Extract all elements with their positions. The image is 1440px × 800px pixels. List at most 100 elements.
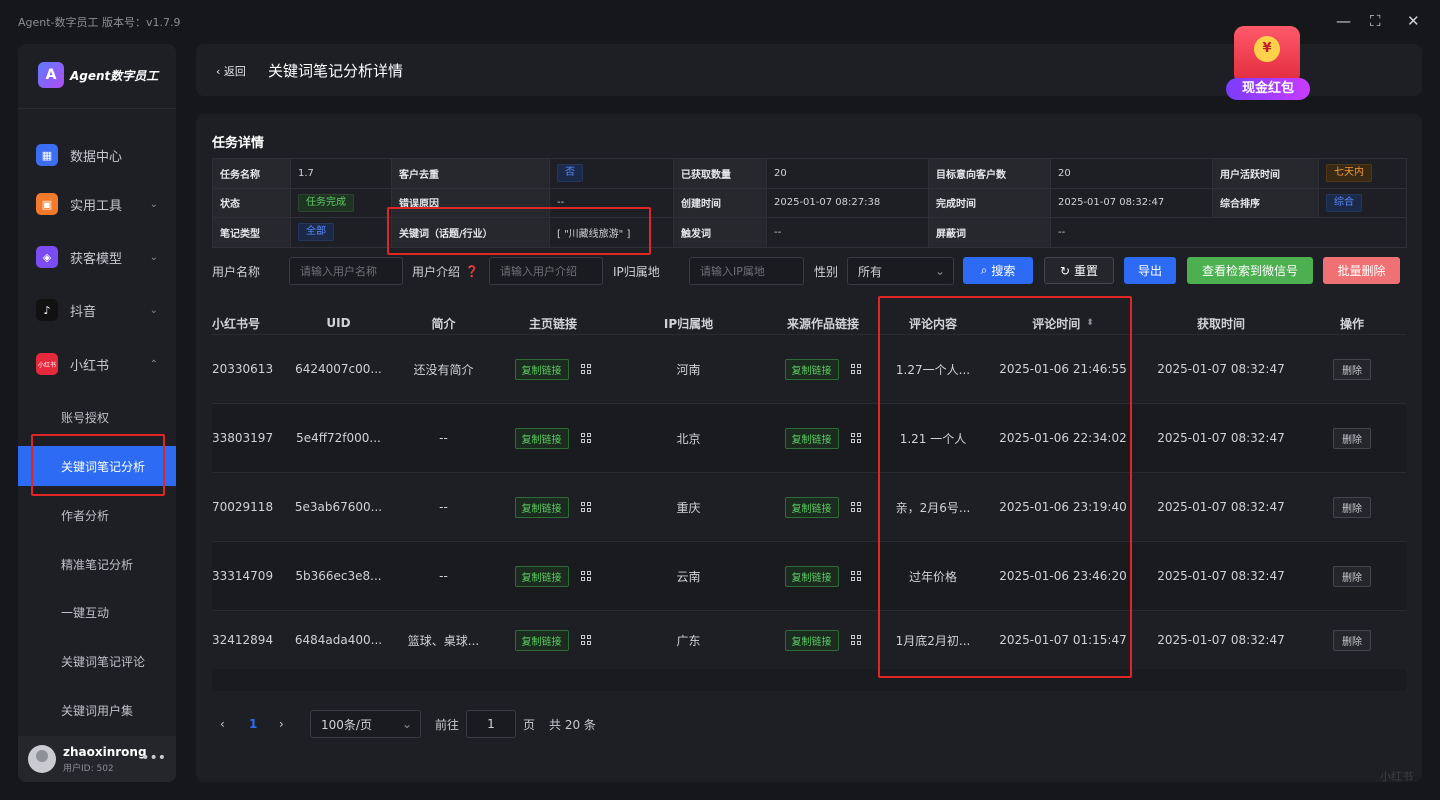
detail-value: 1.7 — [290, 158, 392, 189]
detail-label: 任务名称 — [212, 158, 291, 189]
more-icon[interactable]: ••• — [141, 750, 166, 766]
qr-code-icon[interactable] — [580, 363, 592, 375]
minimize-icon[interactable]: — — [1336, 12, 1351, 30]
nav-label: 实用工具 — [70, 198, 123, 214]
table-cell: 5b366ec3e8... — [295, 569, 382, 583]
nav-item-xiaohongshu[interactable]: 小红书 小红书 ⌃ — [18, 346, 176, 382]
table-cell: 2025-01-07 08:32:47 — [1157, 362, 1285, 376]
table-cell: 5e4ff72f000... — [296, 431, 381, 445]
next-page-icon[interactable]: › — [279, 710, 284, 738]
nav-item-data-center[interactable]: ▦ 数据中心 — [18, 137, 176, 173]
gender-label: 性别 — [814, 264, 839, 279]
douyin-icon: ♪ — [36, 299, 58, 321]
qr-code-icon[interactable] — [850, 363, 862, 375]
copy-link-button[interactable]: 复制链接 — [784, 496, 839, 518]
copy-link-button[interactable]: 复制链接 — [514, 427, 569, 449]
main-panel: 任务详情 任务名称 1.7 客户去重 否 已获取数量 20 目标意向客户数 20… — [196, 114, 1422, 782]
qr-code-icon[interactable] — [850, 432, 862, 444]
batch-delete-button[interactable]: 批量删除 — [1323, 257, 1400, 284]
close-icon[interactable]: ✕ — [1407, 12, 1420, 30]
qr-code-icon[interactable] — [850, 501, 862, 513]
status-badge: 全部 — [298, 223, 334, 242]
action-cell: 删除 — [1298, 335, 1406, 403]
intro-label: 用户介绍 ❓ — [412, 257, 479, 285]
detail-value: 2025-01-07 08:32:47 — [1050, 187, 1213, 218]
table-footer — [212, 669, 1406, 691]
user-id: 用户ID: 502 — [63, 763, 114, 774]
search-button[interactable]: ⌕ 搜索 — [963, 257, 1033, 284]
subnav-keyword-user-set[interactable]: 关键词用户集 — [18, 690, 176, 730]
copy-link-button[interactable]: 复制链接 — [514, 358, 569, 380]
table-cell: 33314709 — [212, 569, 274, 583]
section-title: 任务详情 — [212, 136, 265, 151]
detail-label: 状态 — [212, 187, 291, 218]
intro-input[interactable]: 请输入用户介绍 — [489, 257, 603, 285]
ip-input[interactable]: 请输入IP属地 — [689, 257, 804, 285]
subnav-author-analysis[interactable]: 作者分析 — [18, 495, 176, 535]
maximize-icon[interactable]: ⛶ — [1370, 12, 1381, 30]
copy-link-button[interactable]: 复制链接 — [784, 427, 839, 449]
delete-button[interactable]: 删除 — [1333, 496, 1371, 518]
table-cell: 云南 — [676, 569, 701, 584]
gender-select[interactable]: 所有 ⌄ — [847, 257, 954, 285]
reset-button[interactable]: ↻ 重置 — [1044, 257, 1114, 284]
prev-page-icon[interactable]: ‹ — [220, 710, 225, 738]
back-label: 返回 — [223, 65, 246, 78]
table-cell: 2025-01-07 08:32:47 — [1157, 431, 1285, 445]
username-input[interactable]: 请输入用户名称 — [289, 257, 403, 285]
table-row: 33314709 5b366ec3e8... -- 云南 过年价格 2025-01-06 … — [212, 541, 1406, 610]
nav-item-models[interactable]: ◈ 获客模型 ⌄ — [18, 239, 176, 275]
highlight-box-comments — [878, 296, 1132, 678]
nav-label: 小红书 — [70, 358, 110, 374]
subnav-account-auth[interactable]: 账号授权 — [18, 397, 176, 437]
back-button[interactable]: ‹ 返回 — [216, 63, 246, 79]
help-icon[interactable]: ❓ — [465, 265, 479, 278]
nav-item-douyin[interactable]: ♪ 抖音 ⌄ — [18, 292, 176, 328]
view-wechat-button[interactable]: 查看检索到微信号 — [1187, 257, 1313, 284]
table-cell: 6424007c00... — [295, 362, 382, 376]
table-cell: 6484ada400... — [294, 633, 383, 647]
qr-code-icon[interactable] — [850, 570, 862, 582]
copy-link-button[interactable]: 复制链接 — [514, 565, 569, 587]
copy-link-button[interactable]: 复制链接 — [514, 496, 569, 518]
copy-link-button[interactable]: 复制链接 — [784, 629, 839, 651]
export-button[interactable]: 导出 — [1124, 257, 1176, 284]
user-panel[interactable]: zhaoxinrong 用户ID: 502 ••• — [18, 736, 176, 782]
table-cell: 2025-01-07 08:32:47 — [1157, 500, 1285, 514]
chevron-down-icon: ⌄ — [401, 717, 412, 731]
detail-label: 综合排序 — [1212, 187, 1319, 218]
table-cell: 70029118 — [212, 500, 274, 514]
qr-code-icon[interactable] — [580, 501, 592, 513]
qr-code-icon[interactable] — [580, 634, 592, 646]
page-number[interactable]: 1 — [249, 710, 257, 738]
table-cell: 20330613 — [212, 362, 274, 376]
delete-button[interactable]: 删除 — [1333, 629, 1371, 651]
copy-link-button[interactable]: 复制链接 — [784, 565, 839, 587]
table-cell: 2025-01-07 08:32:47 — [1157, 569, 1285, 583]
copy-link-button[interactable]: 复制链接 — [514, 629, 569, 651]
detail-value: 20 — [1050, 158, 1213, 189]
table-cell: 广东 — [676, 633, 701, 648]
copy-link-button[interactable]: 复制链接 — [784, 358, 839, 380]
link-cell: 复制链接 — [762, 404, 884, 472]
qr-code-icon[interactable] — [850, 634, 862, 646]
delete-button[interactable]: 删除 — [1333, 565, 1371, 587]
delete-button[interactable]: 删除 — [1333, 358, 1371, 380]
goto-label: 前往 — [435, 717, 460, 732]
subnav-precise-note-analysis[interactable]: 精准笔记分析 — [18, 544, 176, 584]
cash-red-packet-promo[interactable]: ¥ 现金红包 — [1226, 22, 1310, 104]
qr-code-icon[interactable] — [580, 570, 592, 582]
subnav-one-click-interact[interactable]: 一键互动 — [18, 592, 176, 632]
logo-icon: A — [38, 62, 64, 88]
delete-button[interactable]: 删除 — [1333, 427, 1371, 449]
ip-label: IP归属地 — [613, 264, 660, 279]
detail-value: -- — [1050, 217, 1407, 248]
page-size-select[interactable]: 100条/页 ⌄ — [310, 710, 421, 738]
subnav-keyword-note-comments[interactable]: 关键词笔记评论 — [18, 641, 176, 681]
link-cell: 复制链接 — [762, 611, 884, 669]
link-cell: 复制链接 — [491, 404, 615, 472]
goto-page-input[interactable]: 1 — [466, 710, 516, 738]
table-row: 70029118 5e3ab67600... -- 重庆 亲，2月6号... 2025-0… — [212, 472, 1406, 541]
nav-item-tools[interactable]: ▣ 实用工具 ⌄ — [18, 186, 176, 222]
qr-code-icon[interactable] — [580, 432, 592, 444]
